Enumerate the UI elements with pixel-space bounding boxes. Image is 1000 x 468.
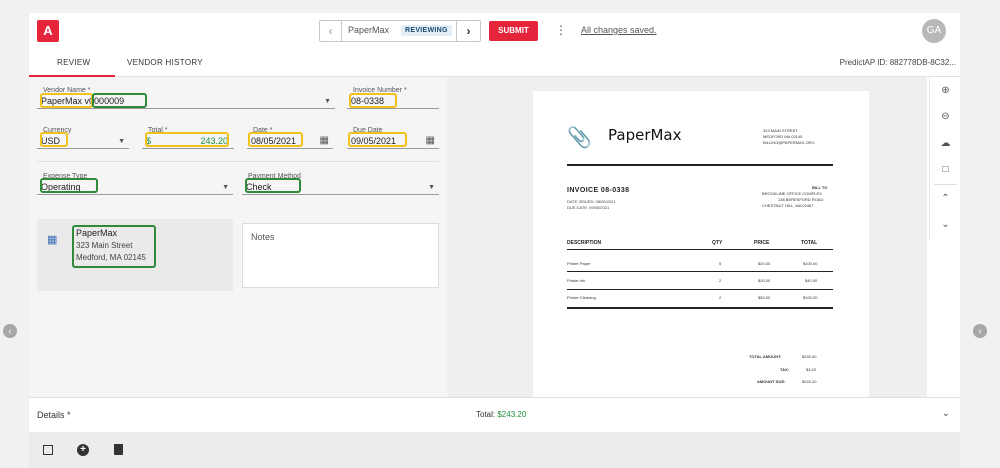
doc-rule xyxy=(567,249,833,250)
details-bar[interactable]: Details * Total: $243.20 ⌄ xyxy=(29,397,960,432)
caret-down-icon[interactable]: ▼ xyxy=(324,98,331,105)
divider xyxy=(934,184,957,185)
doc-bill-to-line3: CHESTNUT HILL, MA 02467 xyxy=(762,203,814,208)
document-preview-area: 📎 PaperMax 323 MAIN STREET MEDFORD MA 02… xyxy=(447,77,927,397)
zoom-out-icon[interactable]: ⊖ xyxy=(930,105,961,129)
doc-date-issued: DATE ISSUED: 08/05/2021 xyxy=(567,199,616,204)
prev-invoice-arrow[interactable]: ‹ xyxy=(3,324,17,338)
doc-row-desc: Printer Ink xyxy=(567,278,586,283)
doc-amount-due-label: AMOUNT DUE: xyxy=(757,379,786,384)
doc-row-qty: 2 xyxy=(719,295,722,300)
chevron-left-icon[interactable]: ‹ xyxy=(320,21,342,41)
document-name: PaperMax xyxy=(348,25,390,35)
chevron-down-icon[interactable]: ⌄ xyxy=(930,213,961,237)
caret-down-icon[interactable]: ▼ xyxy=(428,184,435,191)
notes-placeholder: Notes xyxy=(251,232,275,242)
vendor-name-highlight xyxy=(40,93,93,108)
top-bar: A ‹ PaperMax REVIEWING › SUBMIT ⋮ All ch… xyxy=(29,13,960,49)
doc-total-amount: $240.00 xyxy=(802,354,817,359)
doc-tax-label: TAX: xyxy=(780,367,790,372)
doc-col-description: DESCRIPTION xyxy=(567,240,602,246)
divider xyxy=(37,161,439,162)
doc-row-total: $100.00 xyxy=(803,261,818,266)
chevron-right-icon[interactable]: › xyxy=(456,21,480,41)
line-items-toolbar: + xyxy=(29,432,960,468)
doc-tax: $3.20 xyxy=(806,367,817,372)
details-title: Details * xyxy=(37,410,71,420)
document-pager: ‹ PaperMax REVIEWING › xyxy=(319,20,481,42)
doc-col-qty: QTY xyxy=(712,240,723,246)
cloud-download-icon[interactable]: ☁ xyxy=(930,132,961,156)
chevron-down-icon[interactable]: ⌄ xyxy=(942,408,950,419)
tab-vendor-history[interactable]: VENDOR HISTORY xyxy=(127,58,203,67)
vendor-code-highlight xyxy=(92,93,147,108)
date-highlight xyxy=(248,132,303,147)
app-logo[interactable]: A xyxy=(37,20,59,42)
doc-row-desc: Printer Cleaning xyxy=(567,295,596,300)
doc-row-price: $20.00 xyxy=(758,261,771,266)
doc-bill-to-label: BILL TO xyxy=(812,185,828,190)
doc-row-total: $100.00 xyxy=(803,295,818,300)
invoice-form: Vendor Name * PaperMax v0000009 ▼ Invoic… xyxy=(29,77,447,397)
doc-company-name: PaperMax xyxy=(608,126,682,144)
status-badge: REVIEWING xyxy=(401,25,452,36)
viewer-toolbar: ⊕ ⊖ ☁ □ ⌃ ⌄ xyxy=(929,77,960,241)
window-icon[interactable]: □ xyxy=(930,158,961,182)
doc-invoice-title: INVOICE 08-0338 xyxy=(567,187,630,194)
trash-icon[interactable] xyxy=(114,444,123,455)
calendar-icon[interactable]: ▦ xyxy=(320,135,329,146)
chevron-up-icon[interactable]: ⌃ xyxy=(930,187,961,211)
doc-rule xyxy=(567,289,833,290)
doc-row-qty: 5 xyxy=(719,261,722,266)
tab-bar: REVIEW VENDOR HISTORY PredictAP ID: 8827… xyxy=(29,53,960,77)
expense-type-highlight xyxy=(40,178,98,193)
details-total: Total: $243.20 xyxy=(476,410,527,419)
vendor-card-highlight xyxy=(72,225,156,268)
doc-row-qty: 2 xyxy=(719,278,722,283)
next-invoice-arrow[interactable]: › xyxy=(973,324,987,338)
calendar-icon[interactable]: ▦ xyxy=(426,135,435,146)
predictap-id: PredictAP ID: 882778DB-8C32... xyxy=(839,58,956,67)
invoice-document: 📎 PaperMax 323 MAIN STREET MEDFORD MA 02… xyxy=(533,91,869,397)
select-all-checkbox[interactable] xyxy=(43,445,53,455)
paperclip-icon: 📎 xyxy=(567,127,592,149)
doc-row-price: $20.00 xyxy=(758,278,771,283)
doc-bill-to-line2: 138 BERESFORD ROAD xyxy=(778,197,824,202)
save-status-link[interactable]: All changes saved. xyxy=(581,25,657,35)
doc-amount-due: $243.20 xyxy=(802,379,817,384)
building-icon: ▦ xyxy=(47,234,58,246)
add-line-icon[interactable]: + xyxy=(77,444,89,456)
zoom-in-icon[interactable]: ⊕ xyxy=(930,79,961,103)
doc-email: BILLING@PAPERMAX.ORG xyxy=(763,140,815,145)
payment-method-highlight xyxy=(245,178,301,193)
invoice-number-highlight xyxy=(349,93,397,108)
caret-down-icon[interactable]: ▼ xyxy=(118,138,125,145)
doc-rule xyxy=(567,271,833,272)
notes-field[interactable]: Notes xyxy=(242,223,439,288)
more-options-icon[interactable]: ⋮ xyxy=(555,22,567,38)
doc-rule xyxy=(567,164,833,166)
total-highlight xyxy=(145,132,229,147)
doc-address-line1: 323 MAIN STREET xyxy=(763,128,798,133)
currency-highlight xyxy=(40,132,68,147)
doc-address-line2: MEDFORD MA 02145 xyxy=(763,134,803,139)
doc-due-date: DUE DATE: 09/05/2021 xyxy=(567,205,610,210)
vendor-card: ▦ PaperMax 323 Main Street Medford, MA 0… xyxy=(37,219,233,291)
doc-col-total: TOTAL xyxy=(801,240,818,246)
due-date-highlight xyxy=(348,132,407,147)
doc-total-amount-label: TOTAL AMOUNT: xyxy=(749,354,782,359)
doc-row-desc: Printer Paper xyxy=(567,261,591,266)
avatar[interactable]: GA xyxy=(922,19,946,43)
doc-col-price: PRICE xyxy=(754,240,770,246)
doc-bill-to-line1: BROOKLINE OFFICE COMPLEX xyxy=(762,191,822,196)
invoice-review-panel: A ‹ PaperMax REVIEWING › SUBMIT ⋮ All ch… xyxy=(29,13,960,468)
submit-button[interactable]: SUBMIT xyxy=(489,21,538,41)
doc-rule xyxy=(567,307,833,309)
tab-review[interactable]: REVIEW xyxy=(57,58,90,67)
doc-row-total: $40.00 xyxy=(805,278,818,283)
doc-row-price: $50.00 xyxy=(758,295,771,300)
caret-down-icon[interactable]: ▼ xyxy=(222,184,229,191)
